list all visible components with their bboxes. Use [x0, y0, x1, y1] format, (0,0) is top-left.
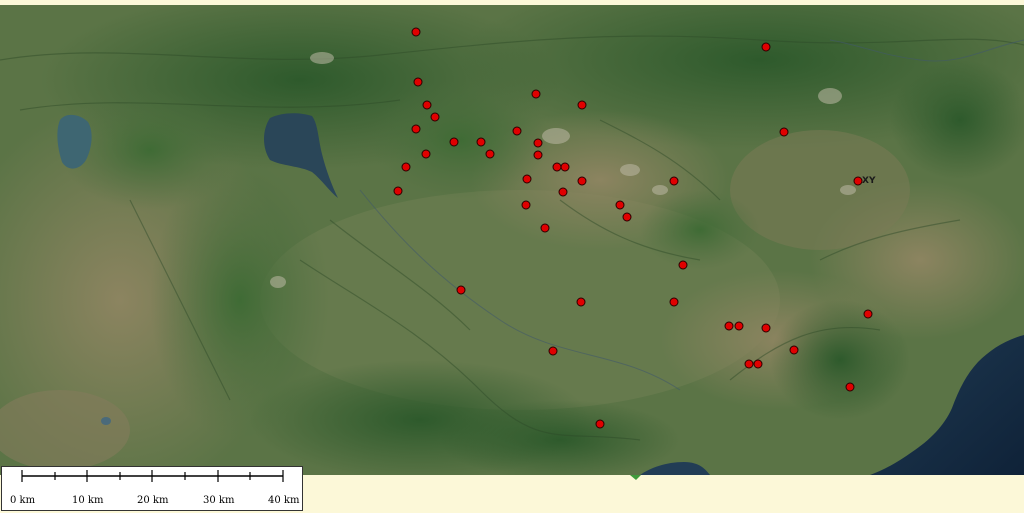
- survey-point-marker[interactable]: [512, 126, 522, 136]
- survey-point-marker[interactable]: [449, 137, 459, 147]
- survey-point-marker[interactable]: [540, 223, 550, 233]
- survey-point-marker[interactable]: [595, 419, 605, 429]
- survey-point-marker[interactable]: [411, 124, 421, 134]
- survey-point-marker[interactable]: [734, 321, 744, 331]
- survey-point-marker[interactable]: [779, 127, 789, 137]
- survey-point-marker[interactable]: [753, 359, 763, 369]
- survey-point-marker[interactable]: [531, 89, 541, 99]
- survey-point-marker[interactable]: [533, 150, 543, 160]
- survey-point-marker[interactable]: [476, 137, 486, 147]
- survey-point-marker[interactable]: [622, 212, 632, 222]
- survey-point-marker[interactable]: [853, 176, 863, 186]
- survey-point-marker[interactable]: [422, 100, 432, 110]
- survey-point-marker[interactable]: [401, 162, 411, 172]
- survey-point-marker[interactable]: [393, 186, 403, 196]
- survey-point-marker[interactable]: [615, 200, 625, 210]
- place-label: XY: [862, 176, 876, 186]
- survey-point-marker[interactable]: [521, 200, 531, 210]
- survey-point-marker[interactable]: [421, 149, 431, 159]
- survey-point-marker[interactable]: [411, 27, 421, 37]
- survey-point-marker[interactable]: [577, 100, 587, 110]
- survey-point-marker[interactable]: [761, 323, 771, 333]
- survey-point-marker[interactable]: [761, 42, 771, 52]
- survey-point-marker[interactable]: [430, 112, 440, 122]
- scale-label-40: 40 km: [268, 495, 300, 506]
- survey-point-marker[interactable]: [552, 162, 562, 172]
- survey-point-marker[interactable]: [560, 162, 570, 172]
- survey-point-marker[interactable]: [558, 187, 568, 197]
- survey-point-marker[interactable]: [863, 309, 873, 319]
- scale-label-20: 20 km: [137, 495, 169, 506]
- scale-bar: 0 km 10 km 20 km 30 km 40 km: [1, 466, 303, 511]
- scale-label-0: 0 km: [10, 495, 36, 506]
- map-canvas[interactable]: XY 0 km 10 km 20 km 30 km 40 km: [0, 0, 1024, 513]
- survey-point-marker[interactable]: [522, 174, 532, 184]
- scale-label-30: 30 km: [203, 495, 235, 506]
- survey-point-marker[interactable]: [456, 285, 466, 295]
- survey-point-marker[interactable]: [744, 359, 754, 369]
- survey-point-marker[interactable]: [577, 176, 587, 186]
- survey-point-marker[interactable]: [548, 346, 558, 356]
- satellite-basemap: [0, 0, 1024, 513]
- survey-point-marker[interactable]: [724, 321, 734, 331]
- survey-point-marker[interactable]: [669, 297, 679, 307]
- survey-point-marker[interactable]: [533, 138, 543, 148]
- survey-point-marker[interactable]: [678, 260, 688, 270]
- survey-point-marker[interactable]: [576, 297, 586, 307]
- survey-point-marker[interactable]: [845, 382, 855, 392]
- survey-point-marker[interactable]: [485, 149, 495, 159]
- scale-label-10: 10 km: [72, 495, 104, 506]
- survey-point-marker[interactable]: [789, 345, 799, 355]
- survey-point-marker[interactable]: [669, 176, 679, 186]
- survey-point-marker[interactable]: [413, 77, 423, 87]
